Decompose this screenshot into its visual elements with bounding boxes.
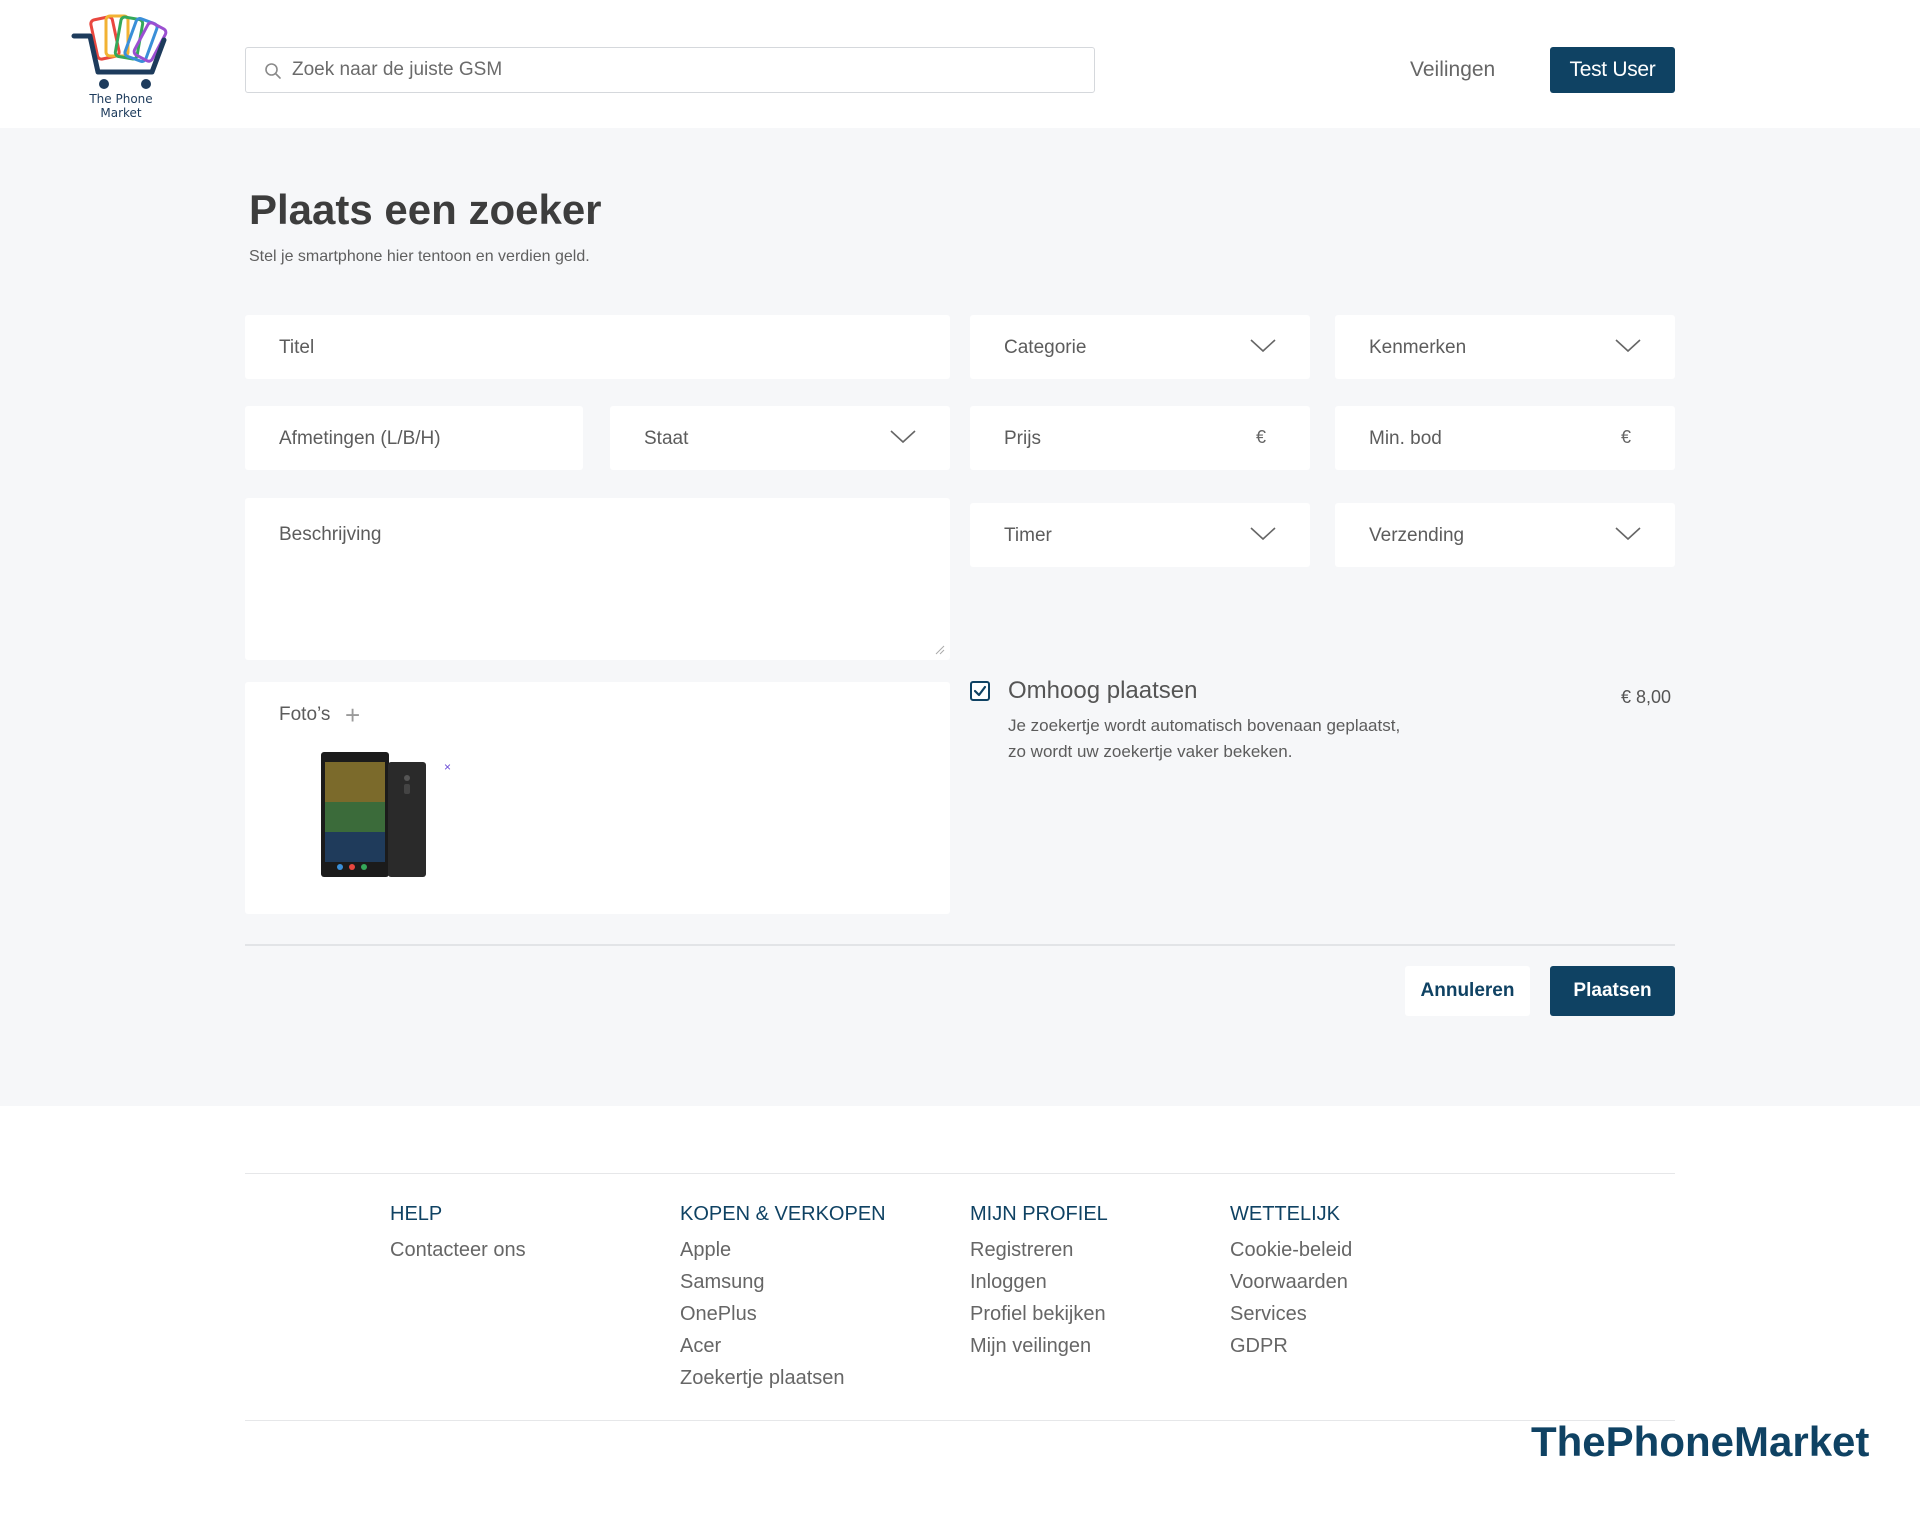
header: The Phone Market Veilingen Test User (0, 0, 1920, 128)
chevron-down-icon (1250, 527, 1276, 541)
footer-link[interactable]: Zoekertje plaatsen (680, 1362, 886, 1394)
staat-select[interactable]: Staat (610, 406, 950, 470)
form-divider (245, 944, 1675, 946)
footer-brand: ThePhoneMarket (1531, 1418, 1870, 1465)
afmetingen-field-label: Afmetingen (L/B/H) (279, 428, 441, 449)
verzending-select[interactable]: Verzending (1335, 503, 1675, 567)
categorie-select-label: Categorie (1004, 337, 1087, 358)
timer-select-label: Timer (1004, 525, 1052, 546)
footer-heading: HELP (390, 1203, 443, 1225)
boost-description: Je zoekertje wordt automatisch bovenaan … (1008, 716, 1401, 761)
footer-link[interactable]: Samsung (680, 1266, 886, 1298)
kenmerken-select-label: Kenmerken (1369, 337, 1467, 358)
staat-select-label: Staat (644, 428, 689, 449)
search-bar (245, 47, 1095, 93)
timer-select[interactable]: Timer (970, 503, 1310, 567)
footer-heading: WETTELIJK (1230, 1203, 1341, 1225)
page-subtitle: Stel je smartphone hier tentoon en verdi… (249, 248, 590, 265)
min-bod-field-label: Min. bod (1369, 428, 1442, 449)
footer-column-wettelijk: WETTELIJK Cookie-beleid Voorwaarden Serv… (1230, 1202, 1352, 1362)
categorie-select[interactable]: Categorie (970, 315, 1310, 379)
footer-heading: MIJN PROFIEL (970, 1203, 1108, 1225)
title-field[interactable]: Titel (245, 315, 950, 379)
checkmark-icon (973, 685, 987, 697)
boost-checkbox[interactable] (970, 681, 990, 701)
submit-button[interactable]: Plaatsen (1550, 966, 1675, 1016)
footer-link[interactable]: OnePlus (680, 1298, 886, 1330)
footer-link[interactable]: Services (1230, 1298, 1352, 1330)
footer-column-mijn-profiel: MIJN PROFIEL Registreren Inloggen Profie… (970, 1202, 1108, 1362)
footer-bottom-divider (245, 1420, 1675, 1421)
prijs-field[interactable]: Prijs € (970, 406, 1310, 470)
footer-link[interactable]: GDPR (1230, 1330, 1352, 1362)
footer-link[interactable]: Voorwaarden (1230, 1266, 1352, 1298)
title-field-label: Titel (279, 337, 315, 358)
photos-label: Foto’s (279, 704, 331, 725)
footer-link[interactable]: Inloggen (970, 1266, 1108, 1298)
footer-link[interactable]: Mijn veilingen (970, 1330, 1108, 1362)
footer-link[interactable]: Profiel bekijken (970, 1298, 1108, 1330)
remove-photo-icon[interactable]: × (444, 760, 451, 774)
chevron-down-icon (890, 430, 916, 444)
kenmerken-select[interactable]: Kenmerken (1335, 315, 1675, 379)
euro-sign: € (1620, 427, 1631, 447)
search-input[interactable] (290, 48, 1080, 92)
cancel-button[interactable]: Annuleren (1405, 966, 1530, 1016)
footer-link[interactable]: Contacteer ons (390, 1234, 526, 1266)
chevron-down-icon (1250, 339, 1276, 353)
boost-title: Omhoog plaatsen (1008, 677, 1198, 704)
afmetingen-field[interactable]: Afmetingen (L/B/H) (245, 406, 583, 470)
resize-handle-icon[interactable] (935, 645, 945, 655)
nav-veilingen-link[interactable]: Veilingen (1410, 58, 1495, 82)
user-button[interactable]: Test User (1550, 47, 1675, 93)
footer-column-kopen-verkopen: KOPEN & VERKOPEN Apple Samsung OnePlus A… (680, 1202, 886, 1394)
search-icon (265, 63, 281, 79)
logo-text: The Phone Market (89, 92, 153, 120)
verzending-select-label: Verzending (1369, 525, 1465, 546)
beschrijving-textarea[interactable]: Beschrijving (245, 498, 950, 660)
min-bod-field[interactable]: Min. bod € (1335, 406, 1675, 470)
chevron-down-icon (1615, 339, 1641, 353)
footer-heading: KOPEN & VERKOPEN (680, 1203, 886, 1225)
footer-link[interactable]: Registreren (970, 1234, 1108, 1266)
main-content: Plaats een zoeker Stel je smartphone hie… (0, 128, 1920, 1106)
footer-top-divider (245, 1173, 1675, 1174)
photo-thumbnail (320, 752, 428, 877)
phone-photo-image (321, 752, 426, 877)
page-title: Plaats een zoeker (249, 186, 602, 233)
footer-link[interactable]: Cookie-beleid (1230, 1234, 1352, 1266)
add-photo-plus-icon[interactable]: + (345, 702, 360, 728)
footer-column-help: HELP Contacteer ons (390, 1202, 526, 1266)
boost-price: € 8,00 (1621, 687, 1672, 707)
footer-link[interactable]: Apple (680, 1234, 886, 1266)
euro-sign: € (1255, 427, 1266, 447)
beschrijving-label: Beschrijving (279, 524, 382, 545)
shopping-cart-phones-icon (71, 14, 168, 89)
footer-link[interactable]: Acer (680, 1330, 886, 1362)
prijs-field-label: Prijs (1004, 428, 1041, 449)
chevron-down-icon (1615, 527, 1641, 541)
logo[interactable]: The Phone Market (68, 14, 174, 120)
